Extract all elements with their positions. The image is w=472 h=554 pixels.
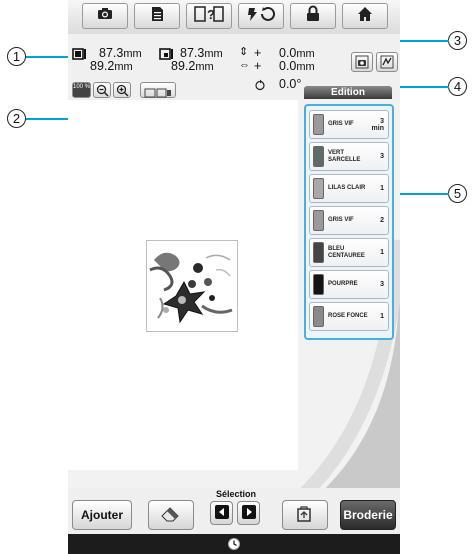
tab-edition[interactable]: Edition	[304, 86, 392, 99]
leader-line-5	[395, 193, 449, 195]
memory-button[interactable]	[282, 500, 328, 530]
clock-icon	[227, 537, 241, 554]
settings-button[interactable]	[238, 3, 284, 29]
thread-spool-icon	[313, 306, 324, 327]
page-button[interactable]	[134, 3, 180, 29]
camera-button[interactable]	[82, 3, 128, 29]
size-height-1: 89.2mm	[90, 59, 133, 73]
thread-item[interactable]: BLEU CENTAUREE 1	[309, 238, 389, 267]
thread-item[interactable]: GRIS VIF 3 min	[309, 110, 389, 139]
thread-name: BLEU CENTAUREE	[328, 245, 365, 259]
thread-number: 1	[380, 313, 384, 320]
thread-number: 2	[380, 217, 384, 224]
thread-color-list: GRIS VIF 3 min VERT SARCELLE 3 LILAS CLAI…	[304, 104, 394, 340]
arrow-left-icon	[214, 504, 229, 522]
callout-2: 2	[7, 109, 26, 128]
add-button[interactable]: Ajouter	[72, 500, 132, 530]
position-horizontal-sign: +	[254, 59, 262, 73]
zoom-level-button[interactable]: 100 %	[72, 82, 91, 98]
zoom-in-button[interactable]	[113, 82, 131, 98]
selection-label: Sélection	[215, 489, 256, 499]
thread-number: 1	[380, 185, 384, 192]
eraser-icon	[160, 506, 182, 525]
horizontal-arrow-icon: ⇔	[239, 59, 250, 71]
position-horizontal: 0.0mm	[279, 59, 315, 73]
thread-number: 3	[380, 153, 384, 160]
thread-item[interactable]: GRIS VIF 2	[309, 206, 389, 235]
thread-spool-icon	[313, 114, 324, 135]
pattern-info-bar: 87.3mm 89.2mm 87.3mm 89.2mm ⇕ + 0.0mm ⇔ …	[68, 34, 400, 100]
position-vertical-sign: +	[254, 46, 262, 60]
camera-scan-icon	[355, 55, 369, 74]
help-button[interactable]: ?	[186, 3, 232, 29]
callout-4: 4	[448, 77, 467, 96]
eraser-button[interactable]	[148, 500, 194, 530]
thread-name: ROSE FONCE	[328, 313, 368, 319]
preview-icon	[380, 55, 394, 74]
thread-number: 3 min	[371, 117, 384, 132]
home-icon	[357, 6, 373, 27]
lock-button[interactable]	[290, 3, 336, 29]
thread-spool-icon	[313, 178, 324, 199]
select-next-button[interactable]	[237, 501, 260, 525]
thread-number: 3	[380, 281, 384, 288]
preview-button[interactable]	[376, 52, 398, 72]
callout-3: 3	[448, 31, 467, 50]
home-button[interactable]	[342, 3, 388, 29]
help-icon: ?	[194, 5, 224, 27]
thread-name: LILAS CLAIR	[328, 185, 366, 191]
settings-icon	[246, 6, 276, 27]
camera-scan-button[interactable]	[351, 52, 373, 72]
memory-icon	[295, 505, 315, 526]
thread-name: GRIS VIF	[328, 217, 354, 223]
rotate-icon	[254, 78, 266, 96]
thread-spool-icon	[313, 210, 324, 231]
lcd-screen: ? 87.3mm 89.2mm 87.3mm 89.2mm ⇕ + 0.0mm …	[68, 0, 400, 554]
thread-item[interactable]: LILAS CLAIR 1	[309, 174, 389, 203]
thread-name: VERT SARCELLE	[328, 149, 361, 163]
bottom-bar: Ajouter Sélection Broderie	[68, 488, 400, 534]
zoom-level-label: 100 %	[73, 84, 91, 90]
embroidery-pattern-preview[interactable]	[146, 240, 238, 332]
thread-item[interactable]: ROSE FONCE 1	[309, 302, 389, 331]
display-frame-button[interactable]	[140, 82, 176, 98]
thread-name: POURPRE	[328, 281, 358, 287]
vertical-arrow-icon: ⇕	[239, 46, 249, 58]
top-toolbar: ?	[68, 0, 400, 35]
thread-item[interactable]: POURPRE 3	[309, 270, 389, 299]
select-prev-button[interactable]	[210, 501, 233, 525]
arrow-right-icon	[241, 504, 256, 522]
thread-name: GRIS VIF	[328, 121, 354, 127]
size-width-2: 87.3mm	[180, 46, 223, 60]
size-icon-1	[72, 47, 86, 65]
status-bar	[68, 534, 400, 554]
rotation-angle: 0.0°	[279, 77, 302, 91]
size-width-1: 87.3mm	[99, 46, 142, 60]
thread-item[interactable]: VERT SARCELLE 3	[309, 142, 389, 171]
zoom-out-button[interactable]	[93, 82, 111, 98]
page-icon	[151, 6, 164, 27]
position-vertical: 0.0mm	[279, 46, 315, 60]
thread-spool-icon	[313, 242, 324, 263]
camera-icon	[97, 7, 113, 25]
size-height-2: 89.2mm	[171, 59, 214, 73]
callout-1: 1	[7, 47, 26, 66]
thread-spool-icon	[313, 274, 324, 295]
thread-spool-icon	[313, 146, 324, 167]
lock-icon	[306, 5, 320, 27]
thread-number: 1	[380, 249, 384, 256]
embroider-button[interactable]: Broderie	[340, 500, 396, 530]
callout-5: 5	[448, 184, 467, 203]
